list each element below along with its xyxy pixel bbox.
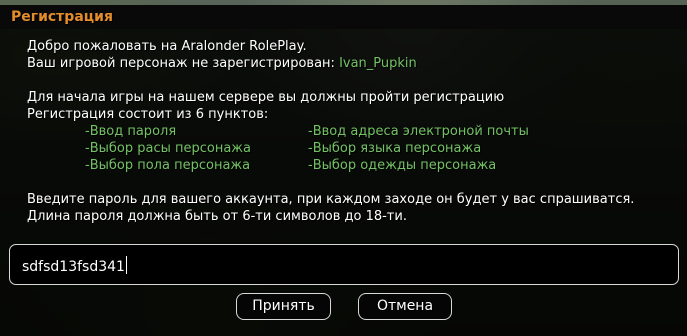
step-item: -Выбор пола персонажа: [85, 158, 251, 173]
registration-status-text: Ваш игровой персонаж не зарегистрирован:…: [27, 55, 677, 72]
registration-dialog: Регистрация Добро пожаловать на Aralonde…: [0, 5, 687, 336]
not-registered-label: Ваш игровой персонаж не зарегистрирован:: [27, 56, 340, 71]
text-caret: [125, 256, 127, 274]
dialog-title: Регистрация: [11, 9, 113, 25]
password-instruction: Введите пароль для вашего аккаунта, при …: [27, 192, 635, 207]
step-item: -Выбор расы персонажа: [85, 141, 251, 156]
dialog-title-bar: Регистрация: [0, 5, 687, 29]
dialog-message: Добро пожаловать на Aralonder RolePlay. …: [27, 38, 677, 225]
cancel-button[interactable]: Отмена: [358, 293, 452, 320]
password-input[interactable]: sdfsd13fsd341: [9, 244, 679, 285]
steps-count-text: Регистрация состоит из 6 пунктов:: [27, 107, 269, 122]
steps-list: -Ввод пароля -Выбор расы персонажа -Выбо…: [27, 123, 677, 174]
steps-right-column: -Ввод адреса электроной почты -Выбор язы…: [308, 123, 529, 174]
intro-text: Для начала игры на нашем сервере вы долж…: [27, 90, 505, 105]
steps-left-column: -Ввод пароля -Выбор расы персонажа -Выбо…: [85, 123, 251, 174]
step-item: -Выбор языка персонажа: [308, 141, 482, 156]
step-item: -Ввод адреса электроной почты: [308, 124, 529, 139]
accept-button[interactable]: Принять: [236, 293, 331, 320]
step-item: -Ввод пароля: [85, 124, 177, 139]
password-input-text: sdfsd13fsd341: [22, 259, 125, 275]
step-item: -Выбор одежды персонажа: [308, 158, 497, 173]
player-name: Ivan_Pupkin: [339, 56, 417, 71]
password-input-value[interactable]: sdfsd13fsd341: [22, 256, 127, 275]
password-length-rule: Длина пароля должна быть от 6-ти символо…: [27, 209, 407, 224]
welcome-text: Добро пожаловать на Aralonder RolePlay.: [27, 39, 307, 54]
